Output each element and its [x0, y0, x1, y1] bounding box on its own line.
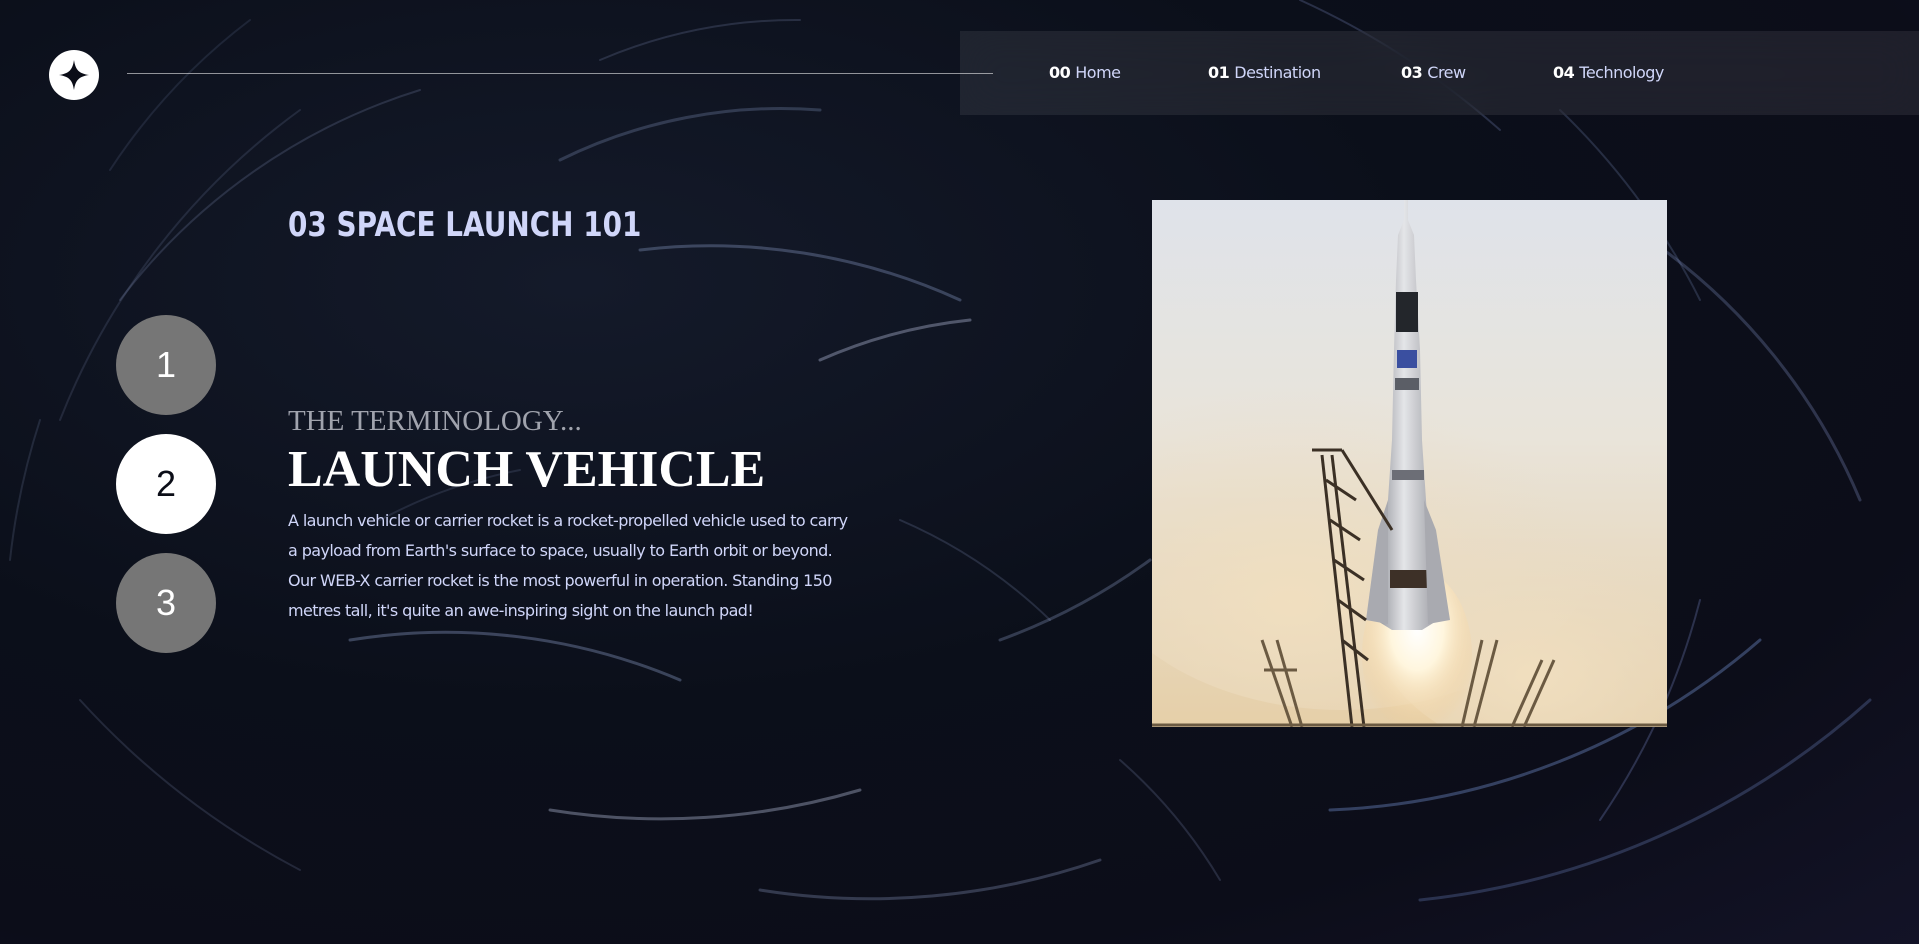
step-button-3[interactable]: 3 — [116, 553, 216, 653]
technology-content: THE TERMINOLOGY... LAUNCH VEHICLE A laun… — [288, 404, 848, 626]
nav-item-number: 00 — [1049, 63, 1071, 82]
nav-item-number: 01 — [1208, 63, 1230, 82]
nav-item-label: Destination — [1234, 63, 1321, 82]
step-button-2[interactable]: 2 — [116, 434, 216, 534]
nav-item-crew[interactable]: 03 Crew — [1401, 63, 1466, 82]
rocket-launch-illustration — [1152, 200, 1667, 727]
nav-item-label: Crew — [1427, 63, 1466, 82]
main-navigation: 00 Home 01 Destination 03 Crew 04 Technology — [960, 31, 1919, 115]
nav-item-number: 04 — [1553, 63, 1575, 82]
nav-item-destination[interactable]: 01 Destination — [1208, 63, 1321, 82]
technology-stepper: 1 2 3 — [116, 315, 216, 672]
step-button-1[interactable]: 1 — [116, 315, 216, 415]
logo[interactable] — [49, 50, 99, 100]
page-eyebrow-title: 03 SPACE LAUNCH 101 — [288, 205, 642, 245]
technology-name: LAUNCH VEHICLE — [288, 441, 766, 498]
technology-description: A launch vehicle or carrier rocket is a … — [288, 511, 848, 620]
nav-item-home[interactable]: 00 Home — [1049, 63, 1121, 82]
nav-item-label: Technology — [1579, 63, 1664, 82]
header-divider-line — [127, 73, 993, 74]
terminology-label: THE TERMINOLOGY... — [288, 405, 582, 437]
four-point-star-logo-icon — [59, 60, 89, 90]
launch-vehicle-image — [1152, 200, 1667, 727]
nav-item-number: 03 — [1401, 63, 1423, 82]
nav-item-technology[interactable]: 04 Technology — [1553, 63, 1664, 82]
nav-item-label: Home — [1075, 63, 1121, 82]
